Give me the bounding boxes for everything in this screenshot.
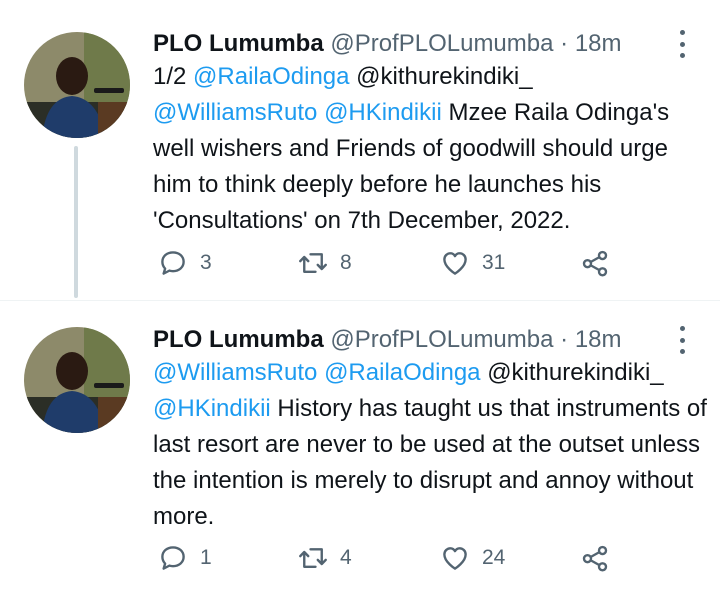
like-count: 24 xyxy=(482,546,506,569)
tweet-header: PLO Lumumba @ProfPLOLumumba · 18m xyxy=(153,30,622,58)
retweet-count: 8 xyxy=(340,251,352,274)
mention-link[interactable]: @RailaOdinga xyxy=(324,359,480,386)
share-button[interactable] xyxy=(580,246,610,280)
avatar[interactable] xyxy=(24,327,130,433)
reply-icon xyxy=(161,251,185,275)
tweet-text: @WilliamsRuto @RailaOdinga @kithurekindi… xyxy=(153,355,708,535)
share-icon xyxy=(582,250,608,277)
avatar[interactable] xyxy=(24,32,130,138)
tweet-2[interactable]: PLO Lumumba @ProfPLOLumumba · 18m @Willi… xyxy=(0,300,720,591)
mention-link[interactable]: @WilliamsRuto xyxy=(153,99,317,126)
heart-icon xyxy=(443,252,467,275)
thread-line xyxy=(74,146,78,298)
reply-button[interactable]: 1 xyxy=(158,541,212,575)
display-name[interactable]: PLO Lumumba xyxy=(153,326,324,353)
heart-icon xyxy=(443,547,467,570)
retweet-icon xyxy=(299,253,327,273)
share-button[interactable] xyxy=(580,541,610,575)
reply-count: 1 xyxy=(200,546,212,569)
like-count: 31 xyxy=(482,251,506,274)
timestamp[interactable]: 18m xyxy=(575,30,622,57)
mention-link[interactable]: @HKindikii xyxy=(153,395,271,422)
mention-link[interactable]: @HKindikii xyxy=(324,99,442,126)
like-button[interactable]: 31 xyxy=(440,246,505,280)
reply-count: 3 xyxy=(200,251,212,274)
retweet-count: 4 xyxy=(340,546,352,569)
share-icon xyxy=(582,545,608,572)
mention-link[interactable]: @RailaOdinga xyxy=(193,63,349,90)
separator: · xyxy=(560,30,569,57)
retweet-button[interactable]: 4 xyxy=(298,541,352,575)
more-options-icon[interactable] xyxy=(672,326,692,354)
tweet-actions: 3 8 31 xyxy=(158,246,638,280)
mention-text[interactable]: @kithurekindiki_ xyxy=(487,359,663,386)
handle[interactable]: @ProfPLOLumumba xyxy=(330,326,553,353)
display-name[interactable]: PLO Lumumba xyxy=(153,30,324,57)
like-button[interactable]: 24 xyxy=(440,541,505,575)
tweet-actions: 1 4 24 xyxy=(158,541,638,575)
tweet-header: PLO Lumumba @ProfPLOLumumba · 18m xyxy=(153,326,622,354)
retweet-button[interactable]: 8 xyxy=(298,246,352,280)
mention-link[interactable]: @WilliamsRuto xyxy=(153,359,317,386)
retweet-icon xyxy=(299,548,327,568)
reply-icon xyxy=(161,546,185,570)
timestamp[interactable]: 18m xyxy=(575,326,622,353)
handle[interactable]: @ProfPLOLumumba xyxy=(330,30,553,57)
tweet-text: 1/2 @RailaOdinga @kithurekindiki_ @Willi… xyxy=(153,59,708,239)
reply-button[interactable]: 3 xyxy=(158,246,212,280)
tweet-1[interactable]: PLO Lumumba @ProfPLOLumumba · 18m 1/2 @R… xyxy=(0,0,720,300)
more-options-icon[interactable] xyxy=(672,30,692,58)
mention-text[interactable]: @kithurekindiki_ xyxy=(356,63,532,90)
separator: · xyxy=(560,326,569,353)
thread-count: 1/2 xyxy=(153,63,187,90)
